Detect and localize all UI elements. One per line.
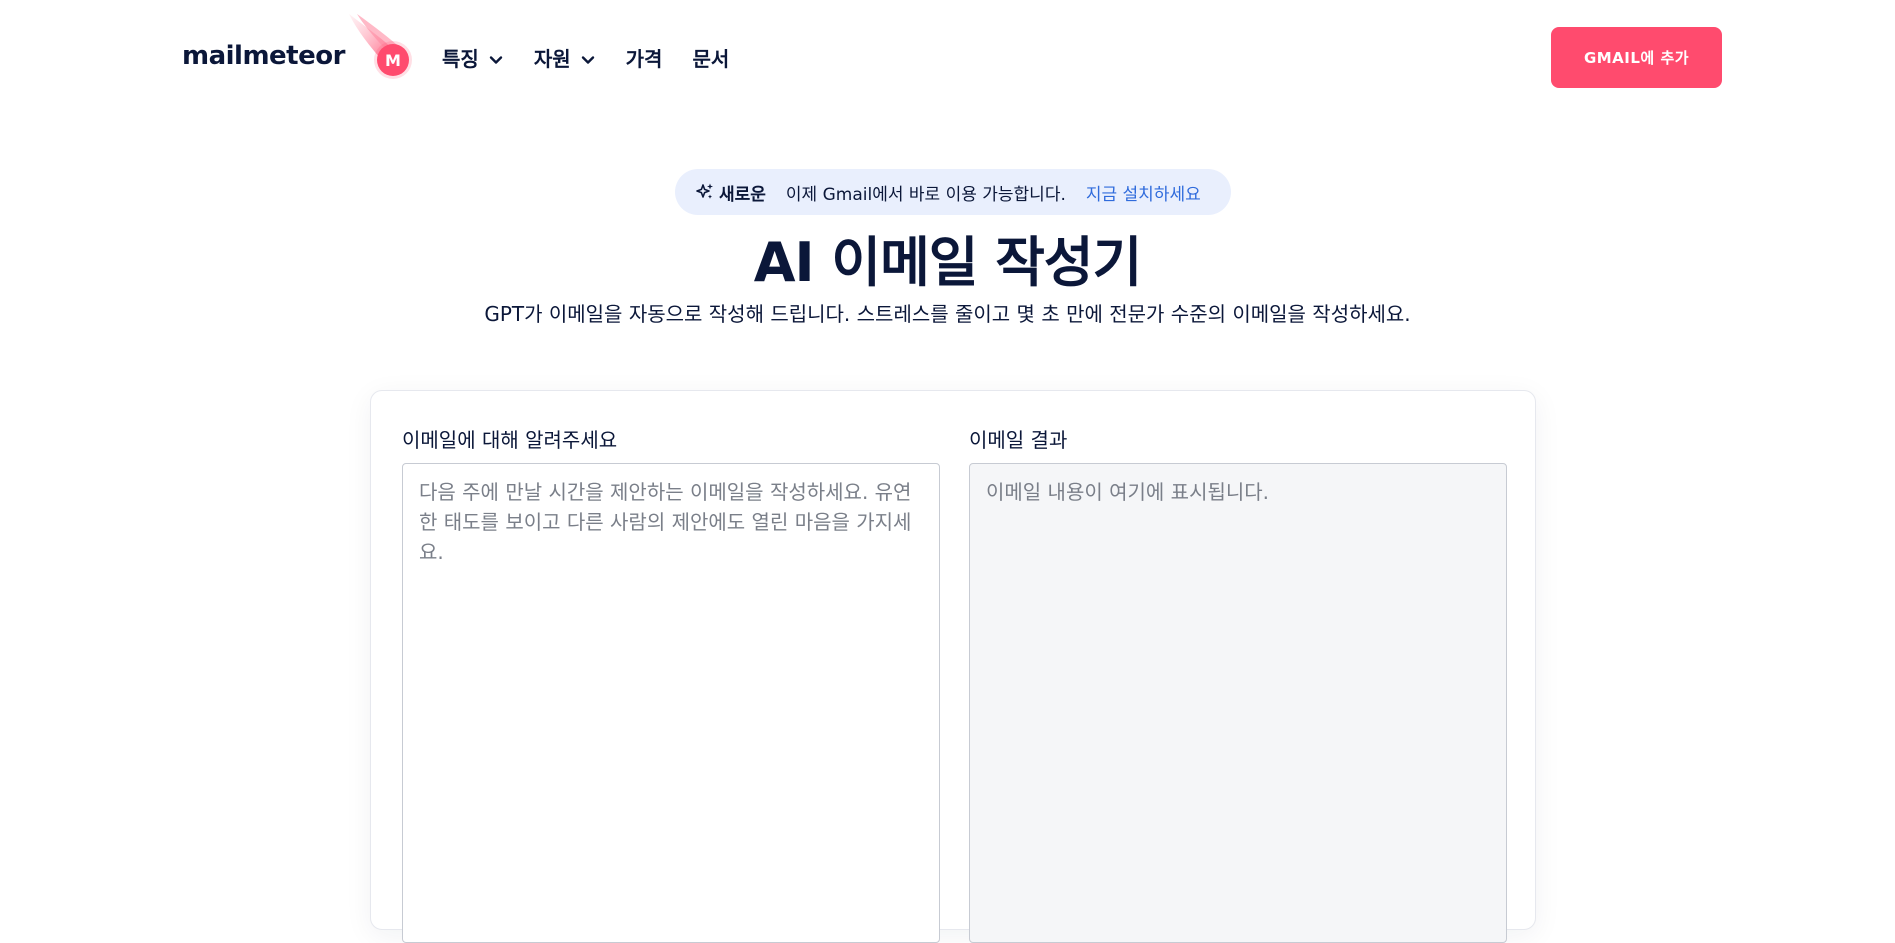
page-title: AI 이메일 작성기 <box>753 231 1143 294</box>
email-prompt-input[interactable] <box>402 463 940 943</box>
new-badge: 새로운 <box>719 184 766 205</box>
nav-item-pricing[interactable]: 가격 <box>626 43 663 72</box>
chevron-down-icon <box>580 49 596 65</box>
page-subtitle: GPT가 이메일을 자동으로 작성해 드립니다. 스트레스를 줄이고 몇 초 만… <box>484 302 1411 326</box>
result-placeholder: 이메일 내용이 여기에 표시됩니다. <box>986 480 1270 504</box>
meteor-logo-icon: M <box>347 12 413 84</box>
nav-item-features[interactable]: 특징 <box>442 43 504 72</box>
logo-mark-letter: M <box>385 51 401 70</box>
announcement-message: 이제 Gmail에서 바로 이용 가능합니다. <box>785 184 1066 205</box>
nav-item-label: 자원 <box>533 46 571 71</box>
result-label: 이메일 결과 <box>969 428 1068 452</box>
install-now-link[interactable]: 지금 설치하세요 <box>1086 180 1201 205</box>
email-result-output: 이메일 내용이 여기에 표시됩니다. <box>969 463 1507 943</box>
site-header: mailmeteor M 특징 자원 가격 문서 GMAIL에 추가 <box>0 0 1895 116</box>
sparkle-icon <box>695 182 715 202</box>
nav-item-label: 특징 <box>442 46 479 71</box>
main-nav: 특징 자원 가격 문서 <box>442 38 759 76</box>
logo-link[interactable]: mailmeteor M <box>182 14 413 86</box>
nav-item-docs[interactable]: 문서 <box>692 43 729 72</box>
add-to-gmail-button[interactable]: GMAIL에 추가 <box>1551 27 1722 88</box>
nav-item-resources[interactable]: 자원 <box>534 43 596 72</box>
announcement-pill: 새로운 이제 Gmail에서 바로 이용 가능합니다. 지금 설치하세요 <box>675 169 1231 215</box>
chevron-down-icon <box>488 49 504 65</box>
nav-item-label: 문서 <box>692 46 730 71</box>
nav-item-label: 가격 <box>625 46 663 71</box>
prompt-label: 이메일에 대해 알려주세요 <box>402 428 618 452</box>
logo-text: mailmeteor <box>182 41 345 71</box>
email-writer-card: 이메일에 대해 알려주세요 이메일 결과 이메일 내용이 여기에 표시됩니다. <box>370 390 1536 943</box>
